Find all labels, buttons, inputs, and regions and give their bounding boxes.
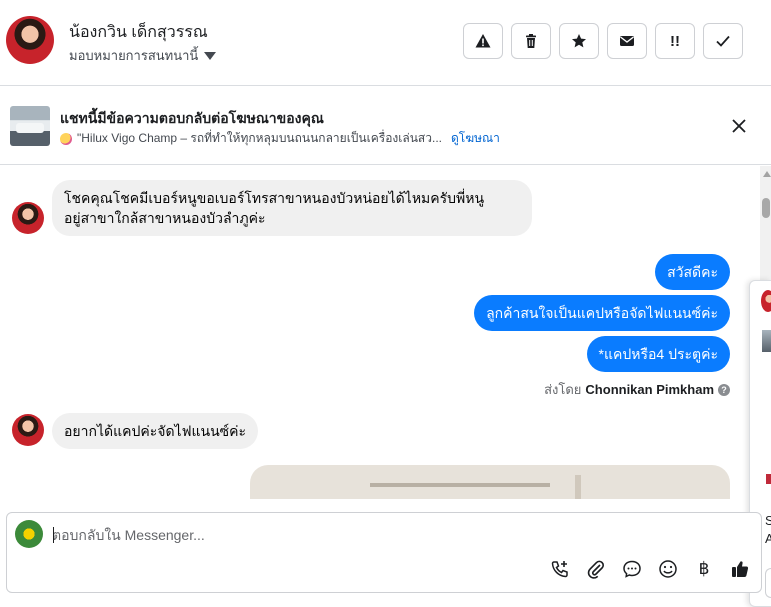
double-exclamation-icon: !! (670, 32, 680, 50)
image-attachment[interactable] (250, 465, 730, 499)
check-icon (716, 35, 730, 47)
emoji-icon (659, 560, 677, 578)
ad-banner-title: แชทนี้มีข้อความตอบกลับต่อโฆษณาของคุณ (60, 110, 324, 126)
message-text: ลูกค้าสนใจเป็นแคปหรือจัดไฟแนนซ์ค่ะ (486, 305, 718, 321)
outgoing-message[interactable]: ลูกค้าสนใจเป็นแคปหรือจัดไฟแนนซ์ค่ะ (474, 295, 730, 331)
view-ad-link[interactable]: ดูโฆษณา (451, 129, 500, 148)
side-panel-text: S A (765, 512, 771, 548)
payment-button[interactable]: ฿ (692, 557, 716, 581)
assign-conversation-dropdown[interactable]: มอบหมายการสนทนานี้ (69, 45, 217, 66)
outgoing-message[interactable]: สวัสดีคะ (655, 254, 730, 290)
emoji-icon (60, 132, 72, 145)
chat-bubble-icon (623, 560, 641, 578)
message-text: อยากได้แคปค่ะจัดไฟแนนซ์ค่ะ (64, 423, 247, 439)
info-icon[interactable]: ? (718, 383, 730, 396)
action-toolbar: !! (463, 23, 743, 59)
caret-down-icon (204, 51, 217, 60)
message-text: *แคปหรือ4 ประตูค่ะ (598, 346, 718, 362)
composer-toolbar: ฿ (548, 557, 752, 581)
close-icon (732, 119, 746, 133)
contact-avatar[interactable] (6, 16, 54, 64)
assign-label: มอบหมายการสนทนานี้ (69, 48, 199, 63)
ad-text: "Hilux Vigo Champ – รถที่ทำให้ทุกหลุมบนถ… (77, 131, 442, 145)
like-button[interactable] (728, 557, 752, 581)
side-panel-button[interactable] (765, 568, 771, 598)
text-cursor (53, 527, 54, 543)
side-panel-flag-icon (766, 474, 771, 484)
emoji-button[interactable] (656, 557, 680, 581)
attach-file-button[interactable] (584, 557, 608, 581)
call-add-icon (551, 561, 568, 578)
side-panel-text-line: A (765, 531, 771, 546)
message-text: สวัสดีคะ (667, 264, 718, 280)
trash-icon (526, 34, 536, 48)
scroll-up-arrow-icon[interactable] (763, 171, 771, 177)
side-panel-avatar (761, 290, 771, 312)
alert-triangle-icon (475, 34, 491, 48)
mark-done-button[interactable] (703, 23, 743, 59)
envelope-icon (620, 36, 634, 46)
contact-avatar-small (12, 202, 44, 234)
incoming-message[interactable]: อยากได้แคปค่ะจัดไฟแนนซ์ค่ะ (52, 413, 259, 449)
message-text: อยู่สาขาใกล้สาขาหนองบัวลำภูค่ะ (64, 210, 266, 226)
ad-thumbnail[interactable] (10, 106, 50, 146)
paperclip-icon (587, 560, 604, 579)
incoming-message[interactable]: โชคคุณโชคมีเบอร์หนูขอเบอร์โทรสาขาหนองบัว… (52, 180, 532, 236)
side-panel-thumbnail (762, 330, 771, 352)
conversation-header: น้องกวิน เด็กสุวรรณ มอบหมายการสนทนานี้ !… (0, 0, 771, 86)
report-spam-button[interactable] (463, 23, 503, 59)
star-button[interactable] (559, 23, 599, 59)
close-banner-button[interactable] (727, 114, 751, 138)
message-text: โชคคุณโชคมีเบอร์หนูขอเบอร์โทรสาขาหนองบัว… (64, 190, 485, 206)
add-call-button[interactable] (548, 557, 572, 581)
sent-by-label: ส่งโดย Chonnikan Pimkham ? (544, 379, 730, 400)
mark-unread-button[interactable] (607, 23, 647, 59)
reply-input[interactable] (52, 525, 652, 545)
delete-button[interactable] (511, 23, 551, 59)
scrollbar-thumb[interactable] (762, 198, 770, 218)
side-panel-text-line: S (765, 513, 771, 528)
mark-important-button[interactable]: !! (655, 23, 695, 59)
thumbs-up-icon (732, 561, 749, 577)
ad-banner-subtitle: "Hilux Vigo Champ – รถที่ทำให้ทุกหลุมบนถ… (60, 129, 500, 148)
contact-name[interactable]: น้องกวิน เด็กสุวรรณ (69, 20, 208, 45)
message-thread: โชคคุณโชคมีเบอร์หนูขอเบอร์โทรสาขาหนองบัว… (0, 166, 760, 499)
outgoing-message[interactable]: *แคปหรือ4 ประตูค่ะ (586, 336, 730, 372)
sender-name[interactable]: Chonnikan Pimkham (585, 382, 714, 397)
baht-icon: ฿ (698, 559, 710, 578)
star-icon (572, 34, 586, 48)
sent-by-prefix: ส่งโดย (544, 382, 582, 397)
ad-reply-banner: แชทนี้มีข้อความตอบกลับต่อโฆษณาของคุณ "Hi… (0, 87, 771, 165)
contact-avatar-small (12, 414, 44, 446)
saved-replies-button[interactable] (620, 557, 644, 581)
page-avatar (15, 520, 43, 548)
